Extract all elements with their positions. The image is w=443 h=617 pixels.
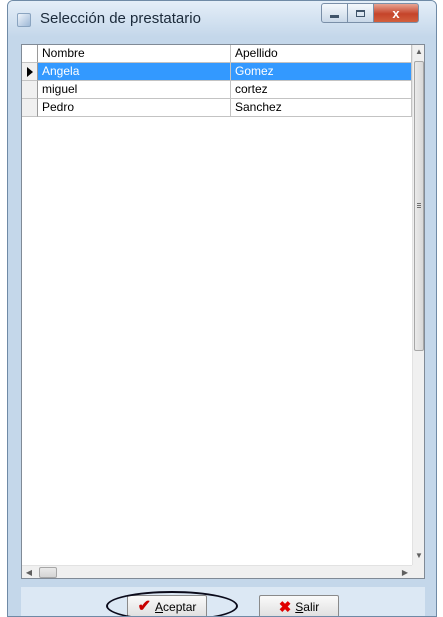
horizontal-scroll-thumb[interactable]	[39, 567, 57, 578]
table-row[interactable]: Pedro Sanchez	[22, 99, 412, 117]
checkmark-icon: ✔	[137, 598, 152, 615]
dialog-window: Selección de prestatario x Nombre Apelli…	[7, 0, 437, 617]
column-header-nombre[interactable]: Nombre	[38, 45, 231, 63]
window-title: Selección de prestatario	[40, 10, 201, 27]
scroll-left-icon[interactable]: ◀	[22, 566, 36, 578]
scroll-right-icon[interactable]: ▶	[398, 566, 412, 578]
cross-icon: ✖	[278, 598, 292, 616]
vertical-scroll-thumb[interactable]	[414, 61, 424, 351]
app-icon	[17, 13, 31, 27]
button-bar: ✔ Aceptar ✖ Salir	[21, 587, 425, 616]
cell-nombre[interactable]: Angela	[38, 63, 231, 81]
exit-label: alir	[303, 600, 320, 614]
vertical-scrollbar[interactable]: ▲ ▼	[412, 45, 424, 565]
scroll-down-icon[interactable]: ▼	[413, 549, 424, 563]
table-row[interactable]: Angela Gomez	[22, 63, 412, 81]
maximize-icon	[356, 9, 365, 17]
cell-nombre[interactable]: Pedro	[38, 99, 231, 117]
cell-apellido[interactable]: cortez	[231, 81, 412, 99]
accept-mnemonic: A	[155, 600, 164, 614]
column-header-apellido[interactable]: Apellido	[231, 45, 412, 63]
row-indicator	[22, 63, 38, 81]
exit-mnemonic: S	[295, 600, 304, 614]
minimize-icon	[330, 15, 339, 18]
table-row[interactable]: miguel cortez	[22, 81, 412, 99]
cell-nombre[interactable]: miguel	[38, 81, 231, 99]
close-button[interactable]: x	[373, 3, 419, 23]
maximize-button[interactable]	[347, 3, 374, 23]
current-row-arrow-icon	[27, 67, 33, 77]
thumb-grip	[417, 203, 421, 204]
cell-apellido[interactable]: Gomez	[231, 63, 412, 81]
scroll-up-icon[interactable]: ▲	[413, 45, 424, 59]
accept-label: ceptar	[163, 600, 197, 614]
accept-button[interactable]: ✔ Aceptar	[127, 595, 207, 616]
scrollbar-corner	[412, 565, 424, 578]
cell-apellido[interactable]: Sanchez	[231, 99, 412, 117]
row-indicator	[22, 99, 38, 117]
title-bar[interactable]: Selección de prestatario x	[8, 1, 436, 37]
grid-header: Nombre Apellido	[22, 45, 412, 63]
thumb-grip	[417, 207, 421, 208]
minimize-button[interactable]	[321, 3, 348, 23]
borrower-grid[interactable]: Nombre Apellido Angela Gomez miguel cort…	[21, 44, 425, 579]
horizontal-scrollbar[interactable]: ◀ ▶	[22, 565, 412, 578]
thumb-grip	[417, 205, 421, 206]
row-indicator	[22, 81, 38, 99]
close-icon: x	[392, 5, 400, 21]
header-indicator-cell	[22, 45, 38, 63]
exit-button[interactable]: ✖ Salir	[259, 595, 339, 616]
